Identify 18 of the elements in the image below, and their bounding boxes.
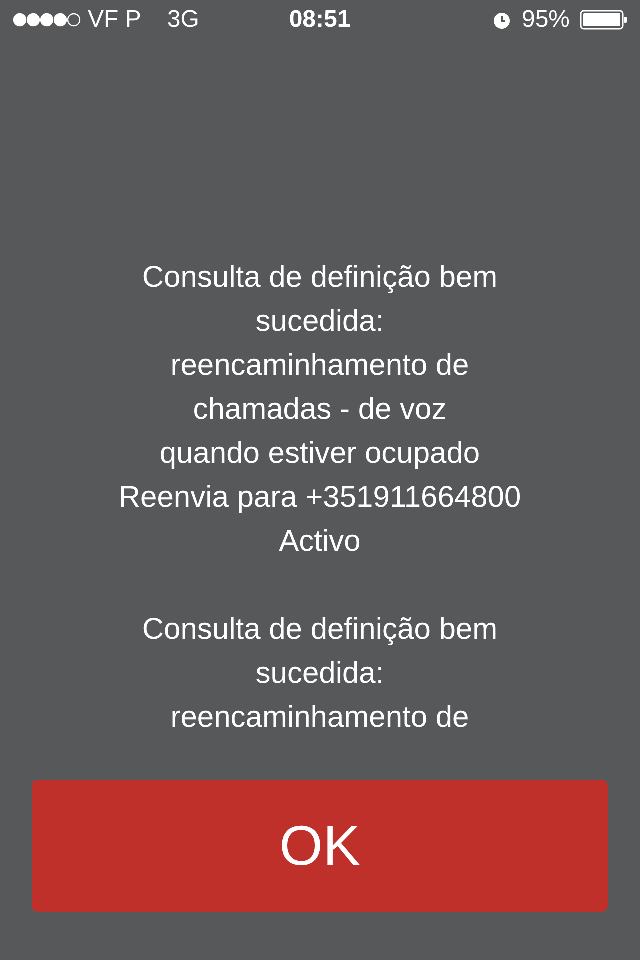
carrier-name: VF P [88, 5, 142, 35]
message-text: Consulta de definição bem [142, 612, 498, 648]
message-text: quando estiver ocupado [160, 436, 480, 472]
message-text: reencaminhamento de [170, 348, 470, 384]
network-type: 3G [167, 5, 200, 35]
battery-icon [580, 10, 628, 30]
message-text: sucedida: [256, 304, 384, 340]
clock-time: 08:51 [289, 5, 351, 35]
signal-strength-icon [12, 12, 82, 28]
message-text: reencaminhamento de [170, 700, 470, 736]
battery-percentage: 95% [522, 5, 570, 35]
ok-button[interactable]: OK [32, 780, 608, 912]
alarm-clock-icon [492, 10, 512, 30]
message-text: Reenvia para +351911664800 [118, 480, 522, 516]
message-text: sucedida: [256, 656, 384, 692]
message-text: Consulta de definição bem [142, 260, 498, 296]
message-text: Activo [279, 524, 361, 560]
message-text: chamadas - de voz [193, 392, 447, 428]
